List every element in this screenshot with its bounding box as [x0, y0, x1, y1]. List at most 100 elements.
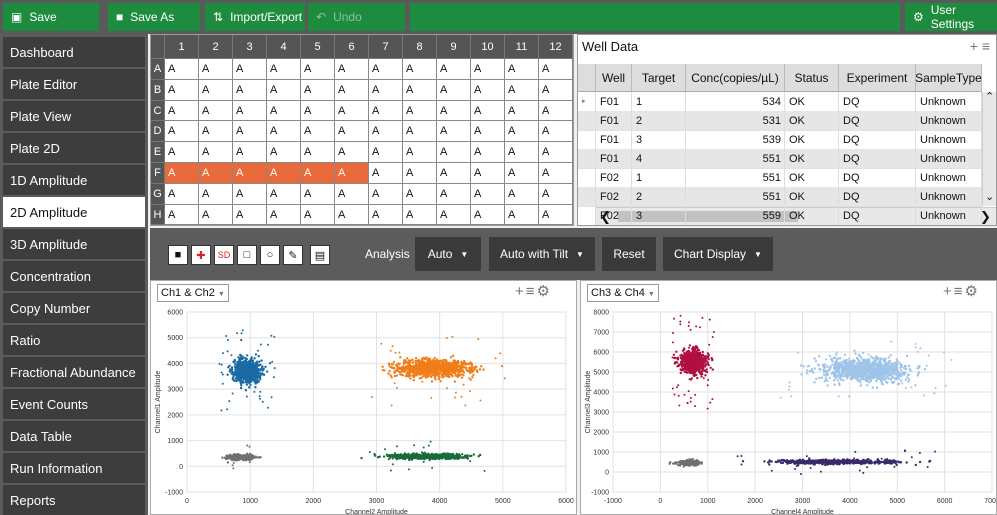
table-cell[interactable]: OK [785, 92, 839, 112]
table-cell[interactable]: 551 [686, 168, 785, 188]
plate-well[interactable]: A [267, 121, 301, 143]
table-cell[interactable]: 1 [632, 92, 686, 112]
plate-well[interactable]: A [335, 100, 369, 122]
table-cell[interactable]: 2 [632, 111, 686, 131]
plate-well[interactable]: A [301, 163, 335, 184]
plate-well[interactable]: A [165, 142, 199, 163]
scatter-chart-left[interactable]: 0 1000 2000 3000 4000 5000 6000-10000100020003… [151, 304, 577, 515]
row-selector[interactable] [578, 168, 596, 188]
scatter-chart-right[interactable]: -100001000200030004000500060007000-10000… [581, 304, 997, 515]
plate-row-header[interactable]: E [151, 142, 165, 163]
sidebar-item-concentration[interactable]: Concentration [3, 261, 145, 291]
plate-well[interactable]: A [369, 121, 403, 143]
menu-icon[interactable]: ≡ [954, 283, 965, 300]
row-selector[interactable] [578, 149, 596, 169]
plate-column-header[interactable]: 9 [437, 35, 471, 59]
sidebar-item-event-counts[interactable]: Event Counts [3, 389, 145, 419]
plate-well[interactable]: A [335, 121, 369, 143]
plate-well[interactable]: A [369, 183, 403, 205]
plate-well[interactable]: A [301, 142, 335, 163]
plate-well[interactable]: A [369, 204, 403, 225]
row-selector[interactable] [578, 187, 596, 207]
plate-well[interactable]: A [233, 204, 267, 225]
table-cell[interactable]: F02 [596, 168, 632, 188]
plate-well[interactable]: A [199, 163, 233, 184]
channel-select-left[interactable]: Ch1 & Ch2 ▼ [157, 284, 229, 302]
table-cell[interactable]: 559 [686, 206, 785, 225]
plate-well[interactable]: A [539, 79, 573, 101]
lasso-select-icon[interactable]: ○ [260, 245, 280, 265]
table-cell[interactable]: Unknown [916, 206, 982, 225]
column-header[interactable]: Conc(copies/µL) [686, 64, 785, 92]
plate-well[interactable]: A [437, 100, 471, 122]
plate-well[interactable]: A [471, 59, 505, 80]
sidebar-item-ratio[interactable]: Ratio [3, 325, 145, 355]
plate-well[interactable]: A [301, 121, 335, 143]
plate-row-header[interactable]: F [151, 163, 165, 184]
plate-well[interactable]: A [471, 100, 505, 122]
sidebar-item-dashboard[interactable]: Dashboard [3, 37, 145, 67]
plate-well[interactable]: A [505, 163, 539, 184]
sidebar-item-3d-amplitude[interactable]: 3D Amplitude [3, 229, 145, 259]
table-cell[interactable]: OK [785, 111, 839, 131]
plate-column-header[interactable]: 10 [471, 35, 505, 59]
column-header[interactable]: Experiment [839, 64, 916, 92]
plate-well[interactable]: A [505, 121, 539, 143]
channel-select-right[interactable]: Ch3 & Ch4 ▼ [587, 284, 659, 302]
crosshair-tool-icon[interactable]: ✚ [191, 245, 211, 265]
plate-row-header[interactable]: C [151, 100, 165, 122]
plate-well[interactable]: A [369, 163, 403, 184]
vertical-scrollbar[interactable]: ⌃ ⌄ [982, 91, 996, 206]
column-header[interactable]: Well [596, 64, 632, 92]
plate-well[interactable]: A [199, 79, 233, 101]
chart-display-dropdown[interactable]: Chart Display ▼ [663, 237, 773, 271]
plate-well[interactable]: A [199, 183, 233, 205]
plate-well[interactable]: A [505, 59, 539, 80]
plate-row-header[interactable]: A [151, 59, 165, 80]
sidebar-item-1d-amplitude[interactable]: 1D Amplitude [3, 165, 145, 195]
plate-well[interactable]: A [199, 59, 233, 80]
sidebar-item-2d-amplitude[interactable]: 2D Amplitude [3, 197, 145, 227]
plate-well[interactable]: A [437, 183, 471, 205]
plate-well[interactable]: A [165, 121, 199, 143]
plate-well[interactable]: A [539, 183, 573, 205]
sidebar-item-data-table[interactable]: Data Table [3, 421, 145, 451]
plate-well[interactable]: A [199, 142, 233, 163]
table-cell[interactable]: 3 [632, 206, 686, 225]
table-cell[interactable]: Unknown [916, 149, 982, 169]
plate-well[interactable]: A [267, 204, 301, 225]
save-as-button[interactable]: ■ Save As [108, 3, 200, 31]
sidebar-item-plate-editor[interactable]: Plate Editor [3, 69, 145, 99]
table-cell[interactable]: 534 [686, 92, 785, 112]
plate-row-header[interactable]: H [151, 204, 165, 225]
plate-well[interactable]: A [505, 79, 539, 101]
table-cell[interactable]: Unknown [916, 168, 982, 188]
plate-column-header[interactable]: 2 [199, 35, 233, 59]
plate-column-header[interactable]: 6 [335, 35, 369, 59]
table-cell[interactable]: DQ [839, 111, 916, 131]
plate-well[interactable]: A [335, 59, 369, 80]
current-row-indicator-icon[interactable]: ▸ [578, 92, 596, 112]
plate-well[interactable]: A [233, 163, 267, 184]
row-selector[interactable] [578, 111, 596, 131]
plate-well[interactable]: A [233, 142, 267, 163]
plate-well[interactable]: A [301, 79, 335, 101]
plate-well[interactable]: A [165, 163, 199, 184]
auto-dropdown[interactable]: Auto ▼ [415, 237, 481, 271]
sidebar-item-plate-2d[interactable]: Plate 2D [3, 133, 145, 163]
save-button[interactable]: ▣ Save [3, 3, 99, 31]
table-cell[interactable]: Unknown [916, 92, 982, 112]
plate-column-header[interactable]: 3 [233, 35, 267, 59]
rectangle-select-icon[interactable]: □ [237, 245, 257, 265]
user-settings-button[interactable]: ⚙ User Settings [905, 3, 997, 31]
row-selector[interactable] [578, 130, 596, 150]
plate-well[interactable]: A [165, 59, 199, 80]
plate-well[interactable]: A [505, 100, 539, 122]
plate-well[interactable]: A [301, 100, 335, 122]
plate-well[interactable]: A [301, 59, 335, 80]
plate-well[interactable]: A [403, 121, 437, 143]
table-cell[interactable]: OK [785, 206, 839, 225]
table-cell[interactable]: 531 [686, 111, 785, 131]
table-cell[interactable]: 551 [686, 187, 785, 207]
lock-icon[interactable]: ■ [168, 245, 188, 265]
